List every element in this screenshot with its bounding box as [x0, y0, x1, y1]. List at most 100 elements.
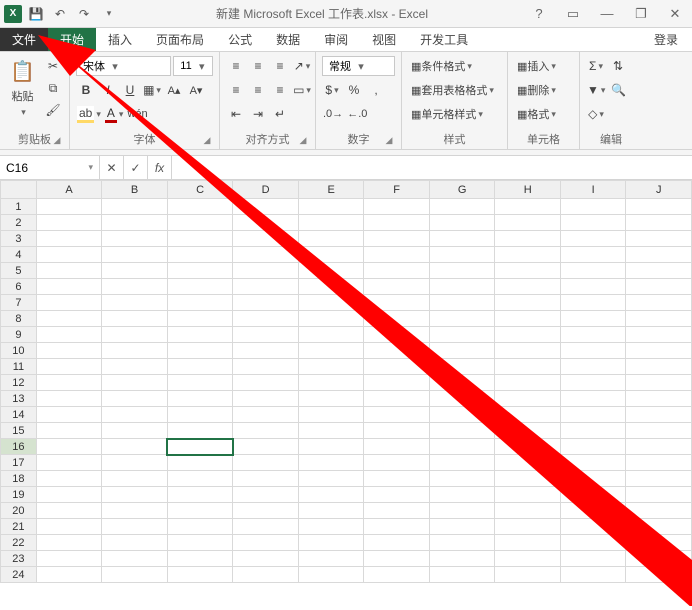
cell[interactable] — [626, 455, 692, 471]
align-center-button[interactable]: ≡ — [248, 80, 268, 100]
tab-home[interactable]: 开始 — [48, 28, 96, 51]
cell[interactable] — [560, 407, 625, 423]
restore-button[interactable]: ❐ — [628, 4, 654, 24]
format-painter-button[interactable]: 🖌 — [43, 100, 63, 120]
cell[interactable] — [626, 487, 692, 503]
cell[interactable] — [429, 503, 495, 519]
cell[interactable] — [626, 407, 692, 423]
cell[interactable] — [429, 535, 495, 551]
cell[interactable] — [495, 247, 561, 263]
cell[interactable] — [626, 503, 692, 519]
cell[interactable] — [167, 247, 233, 263]
cell[interactable] — [298, 295, 364, 311]
cell[interactable] — [560, 535, 625, 551]
clipboard-launcher-icon[interactable]: ◢ — [51, 135, 63, 147]
cell[interactable] — [36, 375, 102, 391]
cell[interactable] — [626, 567, 692, 583]
cell[interactable] — [298, 311, 364, 327]
cell[interactable] — [560, 263, 625, 279]
cell[interactable] — [495, 535, 561, 551]
cell[interactable] — [429, 199, 495, 215]
tab-insert[interactable]: 插入 — [96, 28, 144, 51]
cell[interactable] — [429, 439, 495, 455]
row-header[interactable]: 11 — [1, 359, 37, 375]
cell[interactable] — [560, 295, 625, 311]
tab-formulas[interactable]: 公式 — [216, 28, 264, 51]
row-header[interactable]: 8 — [1, 311, 37, 327]
cell[interactable] — [36, 471, 102, 487]
row-header[interactable]: 13 — [1, 391, 37, 407]
cell[interactable] — [560, 455, 625, 471]
cell[interactable] — [429, 567, 495, 583]
cell[interactable] — [233, 375, 299, 391]
cell[interactable] — [560, 423, 625, 439]
save-icon[interactable]: 💾 — [26, 4, 46, 24]
cell[interactable] — [167, 471, 233, 487]
cell[interactable] — [298, 263, 364, 279]
cell[interactable] — [102, 311, 168, 327]
qat-customize-icon[interactable] — [98, 4, 118, 24]
cell[interactable] — [495, 391, 561, 407]
cell[interactable] — [233, 391, 299, 407]
decrease-decimal-button[interactable]: ←.0 — [346, 104, 368, 124]
login-link[interactable]: 登录 — [642, 28, 692, 51]
align-top-button[interactable]: ≡ — [226, 56, 246, 76]
cell[interactable] — [36, 295, 102, 311]
help-button[interactable]: ? — [526, 4, 552, 24]
column-header[interactable]: J — [626, 181, 692, 199]
cell[interactable] — [167, 343, 233, 359]
comma-format-button[interactable]: , — [366, 80, 386, 100]
cell[interactable] — [495, 375, 561, 391]
cell[interactable] — [560, 311, 625, 327]
row-header[interactable]: 4 — [1, 247, 37, 263]
cell[interactable] — [167, 567, 233, 583]
cell[interactable] — [167, 391, 233, 407]
cell-styles-button[interactable]: ▦ 单元格样式 — [408, 104, 486, 124]
cell[interactable] — [102, 455, 168, 471]
cell[interactable] — [233, 263, 299, 279]
cell[interactable] — [560, 327, 625, 343]
cell[interactable] — [495, 215, 561, 231]
border-button[interactable]: ▦ — [142, 80, 162, 100]
cut-button[interactable]: ✂ — [43, 56, 63, 76]
bold-button[interactable]: B — [76, 80, 96, 100]
cell[interactable] — [102, 503, 168, 519]
cell[interactable] — [560, 551, 625, 567]
cell[interactable] — [167, 503, 233, 519]
cell[interactable] — [167, 439, 233, 455]
cell[interactable] — [298, 343, 364, 359]
tab-review[interactable]: 审阅 — [312, 28, 360, 51]
cell[interactable] — [364, 519, 430, 535]
cell[interactable] — [495, 567, 561, 583]
tab-view[interactable]: 视图 — [360, 28, 408, 51]
cell[interactable] — [298, 327, 364, 343]
cell[interactable] — [36, 263, 102, 279]
clear-button[interactable]: ◇ — [586, 104, 606, 124]
cell[interactable] — [36, 343, 102, 359]
cell[interactable] — [36, 487, 102, 503]
cell[interactable] — [626, 519, 692, 535]
cell[interactable] — [364, 199, 430, 215]
sort-filter-button[interactable]: ⇅ — [608, 56, 628, 76]
cell[interactable] — [429, 247, 495, 263]
row-header[interactable]: 14 — [1, 407, 37, 423]
cell[interactable] — [233, 551, 299, 567]
cell[interactable] — [102, 551, 168, 567]
minimize-button[interactable]: — — [594, 4, 620, 24]
row-header[interactable]: 21 — [1, 519, 37, 535]
cell[interactable] — [233, 535, 299, 551]
cell[interactable] — [495, 359, 561, 375]
cell[interactable] — [102, 567, 168, 583]
cell[interactable] — [233, 295, 299, 311]
number-launcher-icon[interactable]: ◢ — [383, 135, 395, 147]
cell[interactable] — [429, 343, 495, 359]
column-header[interactable]: C — [167, 181, 233, 199]
cell[interactable] — [429, 455, 495, 471]
cell[interactable] — [364, 567, 430, 583]
row-header[interactable]: 9 — [1, 327, 37, 343]
cell[interactable] — [364, 263, 430, 279]
merge-button[interactable]: ▭ — [292, 80, 312, 100]
cell[interactable] — [233, 359, 299, 375]
cell[interactable] — [495, 439, 561, 455]
cell[interactable] — [429, 407, 495, 423]
